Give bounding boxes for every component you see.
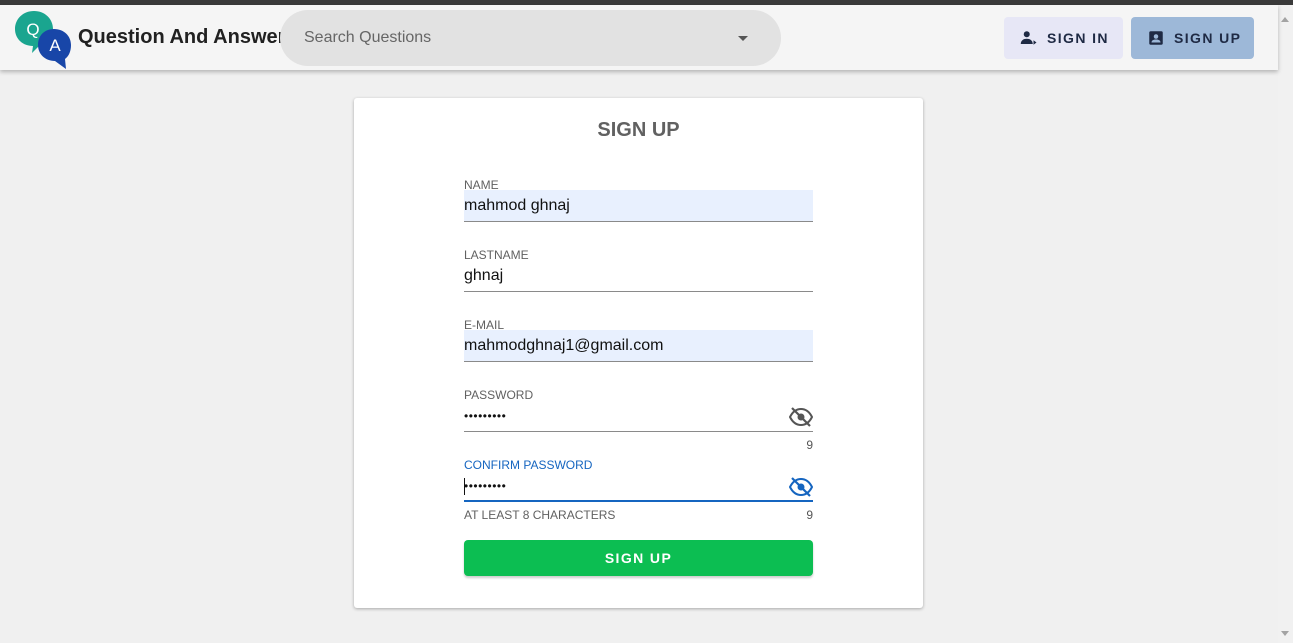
sign-up-submit-button[interactable]: SIGN UP	[464, 540, 813, 576]
visibility-off-icon[interactable]	[789, 405, 813, 429]
lastname-value: ghnaj	[464, 267, 504, 284]
signup-card: SIGN UP NAME mahmod ghnaj LASTNAME ghnaj…	[354, 98, 923, 608]
add-person-icon	[1020, 31, 1037, 45]
email-value: mahmodghnaj1@gmail.com	[464, 337, 664, 354]
name-input[interactable]: mahmod ghnaj	[464, 190, 813, 222]
app-bar: Q A Question And Answer SIGN IN SIGN UP	[0, 5, 1278, 70]
logo-q: Q	[26, 20, 39, 39]
confirm-password-char-counter: 9	[806, 508, 813, 522]
name-value: mahmod ghnaj	[464, 197, 570, 214]
confirm-password-input[interactable]: •••••••••	[464, 470, 813, 502]
vertical-scrollbar[interactable]	[1278, 5, 1293, 643]
qa-logo-icon: Q A	[15, 11, 71, 69]
sign-in-label: SIGN IN	[1047, 30, 1109, 46]
password-input[interactable]: •••••••••	[464, 400, 813, 432]
app-title[interactable]: Question And Answer	[78, 26, 285, 49]
confirm-password-value: •••••••••	[464, 479, 507, 493]
account-box-icon	[1149, 31, 1163, 45]
search-input[interactable]	[304, 10, 724, 66]
search-dropdown-icon[interactable]	[738, 36, 748, 41]
sign-in-button[interactable]: SIGN IN	[1004, 17, 1123, 59]
scroll-up-arrow-icon[interactable]	[1281, 17, 1289, 22]
logo-a: A	[49, 36, 61, 55]
password-hint: AT LEAST 8 CHARACTERS	[464, 508, 616, 522]
sign-up-button[interactable]: SIGN UP	[1131, 17, 1254, 59]
password-char-counter: 9	[806, 438, 813, 452]
submit-label: SIGN UP	[604, 550, 673, 566]
form-title: SIGN UP	[597, 119, 680, 141]
search-bar[interactable]	[280, 10, 781, 66]
lastname-input[interactable]: ghnaj	[464, 260, 813, 292]
email-input[interactable]: mahmodghnaj1@gmail.com	[464, 330, 813, 362]
scroll-down-arrow-icon[interactable]	[1281, 631, 1289, 636]
sign-up-label: SIGN UP	[1174, 30, 1242, 46]
visibility-off-icon[interactable]	[789, 475, 813, 499]
password-value: •••••••••	[464, 409, 507, 423]
app-logo[interactable]: Q A	[14, 9, 72, 69]
